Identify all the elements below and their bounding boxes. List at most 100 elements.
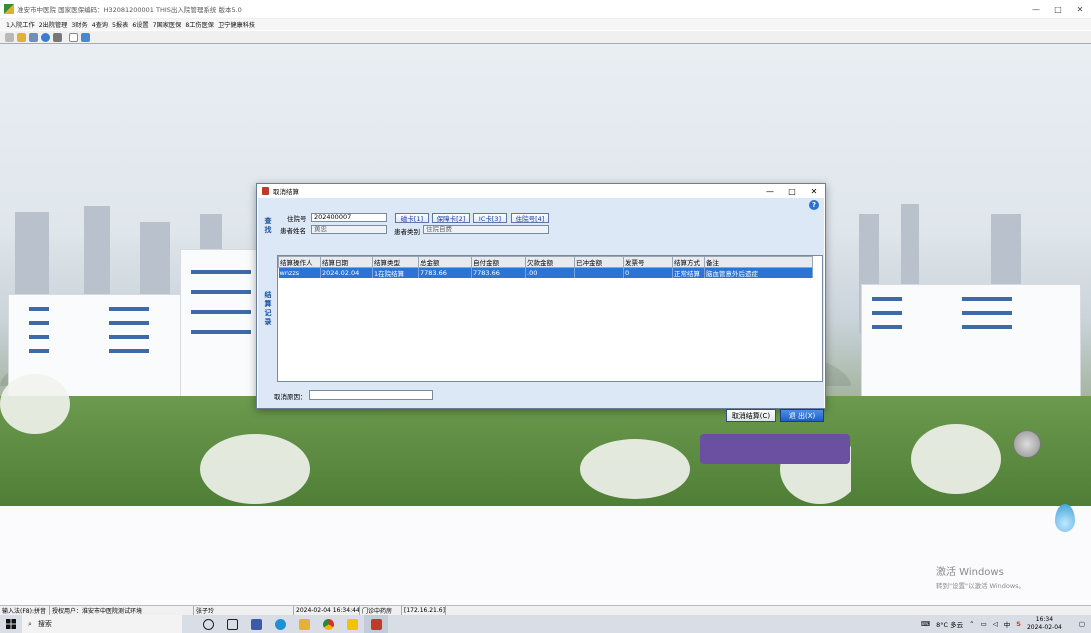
patient-name-label: 患者姓名 bbox=[280, 227, 306, 235]
column-header[interactable]: 结算日期 bbox=[320, 256, 373, 268]
records-section-label: 结算记录 bbox=[264, 291, 272, 326]
network-icon[interactable]: ▭ bbox=[981, 620, 987, 628]
menu-injury-insurance[interactable]: 8工伤医保 bbox=[185, 20, 214, 29]
menu-query[interactable]: 4查询 bbox=[92, 20, 108, 29]
menu-discharge[interactable]: 2出院管理 bbox=[39, 20, 68, 29]
menu-winning-health[interactable]: 卫宁健康科技 bbox=[218, 20, 255, 29]
column-header[interactable]: 备注 bbox=[704, 256, 813, 268]
minimize-button[interactable]: — bbox=[1025, 0, 1047, 19]
search-placeholder: 搜索 bbox=[37, 620, 52, 628]
print-icon[interactable] bbox=[29, 32, 38, 42]
column-header[interactable]: 发票号 bbox=[623, 256, 673, 268]
status-input-method: 输入法(F8):拼音 bbox=[0, 606, 50, 615]
water-drop-icon[interactable] bbox=[1055, 504, 1075, 532]
clock-time: 16:34 bbox=[1035, 616, 1054, 623]
table-cell: 2024.02.04 bbox=[320, 267, 373, 278]
activation-title: 激活 Windows bbox=[936, 567, 1004, 578]
table-cell: 正常结算 bbox=[672, 267, 705, 278]
cortana-icon[interactable] bbox=[196, 615, 220, 633]
ime-icon[interactable]: S bbox=[1016, 620, 1021, 628]
maximize-button[interactable]: □ bbox=[1047, 0, 1069, 19]
menu-admission[interactable]: 1入院工作 bbox=[6, 20, 35, 29]
table-cell: 7783.66 bbox=[418, 267, 472, 278]
table-cell bbox=[574, 267, 624, 278]
cancel-settlement-button[interactable]: 取消结算(C) bbox=[726, 409, 776, 422]
toolbar bbox=[0, 31, 1091, 44]
column-header[interactable]: 结算类型 bbox=[372, 256, 419, 268]
table-row[interactable]: wnzzs 2024.02.04 1在院结算 7783.66 7783.66.00 0 正常… bbox=[278, 267, 813, 278]
dialog-body: ? 查找 住院号 202400007 患者姓名 黄忠 磁卡[1] 保障卡[2] … bbox=[258, 198, 824, 422]
task-view-icon[interactable] bbox=[220, 615, 244, 633]
admission-no-button[interactable]: 住院号[4] bbox=[511, 213, 549, 223]
patient-type-field: 住院自费 bbox=[423, 225, 549, 234]
table-cell: 脑血管意外后遗症 bbox=[704, 267, 813, 278]
dialog-close-button[interactable]: ✕ bbox=[803, 184, 825, 198]
tray-chevron-icon[interactable]: ⌃ bbox=[969, 620, 974, 628]
his-app-icon[interactable] bbox=[364, 615, 388, 633]
start-button[interactable] bbox=[0, 615, 22, 633]
dialog-title: 取消结算 bbox=[273, 188, 299, 196]
status-department: 门诊中药房 bbox=[360, 606, 402, 615]
file-explorer-icon[interactable] bbox=[292, 615, 316, 633]
input-language[interactable]: 中 bbox=[1004, 619, 1011, 629]
insurance-card-button[interactable]: 保障卡[2] bbox=[432, 213, 470, 223]
close-button[interactable]: ✕ bbox=[1069, 0, 1091, 19]
column-header[interactable]: 结算方式 bbox=[672, 256, 705, 268]
volume-icon[interactable]: ◁ bbox=[993, 620, 998, 628]
table-cell: wnzzs bbox=[278, 267, 321, 278]
table-header-row: 结算操作人 结算日期 结算类型 总金额 自付金额 欠款金额 已冲金额 发票号 结算方式 备注 bbox=[278, 256, 813, 268]
lock-icon[interactable] bbox=[5, 32, 14, 42]
notification-icon[interactable]: ▢ bbox=[1079, 620, 1085, 628]
cancel-reason-label: 取消原因： bbox=[274, 393, 307, 401]
dialog-app-icon bbox=[262, 187, 269, 195]
exit-button[interactable]: 退 出(X) bbox=[780, 409, 824, 422]
notes-app-icon[interactable] bbox=[340, 615, 364, 633]
menu-reports[interactable]: 5报表 bbox=[112, 20, 128, 29]
clock-date: 2024-02-04 bbox=[1026, 624, 1062, 631]
activation-subtitle: 转到"设置"以激活 Windows。 bbox=[936, 582, 1026, 590]
column-header[interactable]: 已冲金额 bbox=[574, 256, 624, 268]
status-datetime: 2024-02-04 16:34:44 bbox=[296, 606, 360, 615]
menu-finance[interactable]: 3财务 bbox=[71, 20, 87, 29]
table-cell: 0 bbox=[623, 267, 673, 278]
help-icon[interactable]: ? bbox=[809, 200, 819, 210]
status-operator: 张子玲 bbox=[194, 606, 294, 615]
magnetic-card-button[interactable]: 磁卡[1] bbox=[395, 213, 429, 223]
admission-no-label: 住院号 bbox=[287, 215, 307, 223]
chrome-browser-icon[interactable] bbox=[316, 615, 340, 633]
edge-browser-icon[interactable] bbox=[268, 615, 292, 633]
menu-bar: 1入院工作 2出院管理 3财务 4查询 5报表 6设置 7国家医保 8工伤医保 … bbox=[0, 19, 1091, 30]
mail-icon[interactable] bbox=[69, 32, 78, 42]
admission-no-field[interactable]: 202400007 bbox=[311, 213, 387, 222]
search-icon: ⌕ bbox=[28, 619, 32, 628]
weather-text[interactable]: 8°C 多云 bbox=[936, 619, 963, 629]
dialog-minimize-button[interactable]: — bbox=[759, 184, 781, 198]
refresh-widget-icon[interactable] bbox=[1013, 430, 1041, 458]
find-section-label: 查找 bbox=[264, 217, 272, 234]
keyboard-icon[interactable]: ⌨ bbox=[921, 620, 930, 628]
column-header[interactable]: 总金额 bbox=[418, 256, 472, 268]
cancel-reason-field[interactable] bbox=[309, 390, 433, 400]
menu-national-insurance[interactable]: 7国家医保 bbox=[153, 20, 182, 29]
app-network-icon[interactable] bbox=[244, 615, 268, 633]
taskbar-apps bbox=[196, 615, 388, 633]
table-cell: 1在院结算 bbox=[372, 267, 419, 278]
column-header[interactable]: 自付金额 bbox=[471, 256, 526, 268]
taskbar-search[interactable]: ⌕ 搜索 bbox=[22, 615, 182, 633]
dialog-maximize-button[interactable]: □ bbox=[781, 184, 803, 198]
key-icon[interactable] bbox=[17, 32, 26, 42]
main-titlebar: 淮安市中医院 国家医保编码：H32081200001 THIS出入院管理系统 版… bbox=[0, 0, 1091, 19]
menu-settings[interactable]: 6设置 bbox=[132, 20, 148, 29]
window-controls: — □ ✕ bbox=[1025, 0, 1091, 19]
windows-activation-watermark: 激活 Windows 转到"设置"以激活 Windows。 bbox=[936, 563, 1025, 590]
settlement-records-table[interactable]: 结算操作人 结算日期 结算类型 总金额 自付金额 欠款金额 已冲金额 发票号 结算方式 备注 wn… bbox=[277, 255, 823, 382]
user-icon[interactable] bbox=[53, 32, 62, 42]
column-header[interactable]: 欠款金额 bbox=[525, 256, 575, 268]
taskbar-clock[interactable]: 16:34 2024-02-04 bbox=[1027, 616, 1062, 632]
status-bar: 输入法(F8):拼音 授权用户：淮安市中医院测试环境 张子玲 2024-02-0… bbox=[0, 605, 1091, 615]
exit-icon[interactable] bbox=[81, 32, 90, 42]
refresh-icon[interactable] bbox=[41, 32, 50, 42]
column-header[interactable]: 结算操作人 bbox=[278, 256, 321, 268]
hospital-photo-right bbox=[851, 44, 1091, 506]
ic-card-button[interactable]: IC卡[3] bbox=[473, 213, 507, 223]
